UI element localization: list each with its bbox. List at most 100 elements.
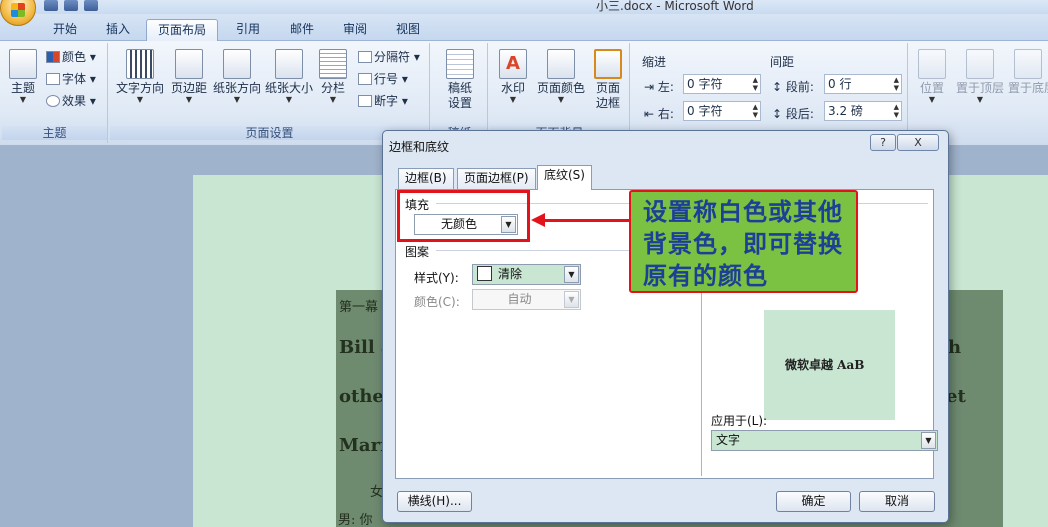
page-borders-icon	[594, 49, 622, 79]
theme-colors-button[interactable]: 颜色 ▾	[46, 48, 96, 66]
spacing-after-text: 段后:	[785, 107, 814, 121]
draft-settings-label-2: 设置	[447, 96, 472, 110]
line-numbers-button[interactable]: 行号 ▾	[358, 70, 408, 88]
bring-to-front-icon	[966, 49, 994, 79]
margins-label: 页边距	[170, 81, 207, 95]
indent-left-input[interactable]: 0 字符 ▲ ▼	[683, 74, 761, 94]
bring-to-front-label: 置于顶层	[955, 81, 1004, 95]
indent-left-label: ⇥ 左:	[644, 78, 674, 95]
window-title: 小三.docx - Microsoft Word	[596, 0, 754, 13]
apply-to-value: 文字	[716, 433, 741, 447]
breaks-label: 分隔符	[374, 50, 411, 64]
columns-label: 分栏	[320, 81, 345, 95]
spacing-after-label: ↕ 段后:	[772, 105, 814, 122]
hyphenation-icon	[358, 95, 372, 107]
columns-button[interactable]: 分栏 ▼	[318, 49, 348, 104]
chevron-down-icon: ▼	[557, 95, 565, 104]
paint-bucket-icon	[547, 49, 575, 79]
indent-left-icon: ⇥	[644, 80, 655, 94]
position-button[interactable]: 位置 ▼	[916, 49, 948, 104]
spacing-after-input[interactable]: 3.2 磅 ▲ ▼	[824, 101, 902, 121]
redo-icon[interactable]	[84, 0, 98, 11]
bring-to-front-button[interactable]: 置于顶层 ▼	[954, 49, 1006, 104]
breaks-button[interactable]: 分隔符 ▾	[358, 48, 420, 66]
chevron-down-icon: ▼	[564, 291, 579, 308]
undo-icon[interactable]	[64, 0, 78, 11]
draft-settings-button[interactable]: 稿纸 设置	[442, 49, 478, 111]
chevron-down-icon[interactable]: ▼	[564, 266, 579, 283]
pattern-color-value: 自动	[507, 292, 532, 306]
tab-page-layout[interactable]: 页面布局	[146, 19, 218, 41]
theme-group: 主题 ▼ 颜色 ▾ 字体 ▾ 效果 ▾ 主题	[2, 43, 108, 143]
document-line-1: 第一幕	[339, 300, 379, 315]
chevron-down-icon: ▼	[19, 95, 27, 104]
tab-references[interactable]: 引用	[226, 19, 270, 41]
close-button[interactable]: X	[897, 134, 939, 151]
theme-button[interactable]: 主题 ▼	[6, 49, 40, 104]
indent-left-value: 0 字符	[687, 77, 723, 91]
tab-view[interactable]: 视图	[386, 19, 430, 41]
pattern-style-value: 清除	[498, 267, 523, 281]
pattern-color-dropdown: 自动 ▼	[472, 289, 581, 310]
orientation-button[interactable]: 纸张方向 ▼	[211, 49, 263, 104]
page-borders-label-2: 边框	[595, 96, 620, 110]
theme-colors-label: 颜色	[62, 50, 87, 64]
spinner-arrows-icon[interactable]: ▲ ▼	[894, 76, 899, 92]
theme-button-label: 主题	[10, 81, 35, 95]
page-color-button[interactable]: 页面颜色 ▼	[534, 49, 588, 104]
spacing-before-input[interactable]: 0 行 ▲ ▼	[824, 74, 902, 94]
spacing-before-value: 0 行	[828, 77, 852, 91]
line-numbers-label: 行号	[374, 72, 399, 86]
tab-mailings[interactable]: 邮件	[280, 19, 324, 41]
page-borders-button[interactable]: 页面 边框	[592, 49, 624, 111]
annotation-callout: 设置称白色或其他背景色，即可替换原有的颜色	[629, 190, 858, 293]
spacing-before-label: ↕ 段前:	[772, 78, 814, 95]
color-label: 颜色(C):	[414, 295, 460, 309]
size-label: 纸张大小	[264, 81, 313, 95]
cancel-button[interactable]: 取消	[859, 491, 935, 512]
text-direction-icon	[126, 49, 154, 79]
help-button[interactable]: ?	[870, 134, 896, 151]
borders-and-shading-dialog: 边框和底纹 ? X 边框(B) 页面边框(P) 底纹(S) 填充 无颜色 ▼ 图…	[382, 130, 949, 523]
chevron-down-icon: ▼	[285, 95, 293, 104]
tab-page-border[interactable]: 页面边框(P)	[457, 168, 536, 189]
save-icon[interactable]	[44, 0, 58, 11]
spacing-before-icon: ↕	[772, 80, 783, 94]
style-label: 样式(Y):	[414, 271, 459, 285]
tab-review[interactable]: 审阅	[333, 19, 377, 41]
indent-right-value: 0 字符	[687, 104, 723, 118]
title-bar: 小三.docx - Microsoft Word	[0, 0, 1048, 14]
margins-button[interactable]: 页边距 ▼	[168, 49, 210, 104]
pattern-style-dropdown[interactable]: 清除 ▼	[472, 264, 581, 285]
tab-insert[interactable]: 插入	[96, 19, 140, 41]
text-direction-button[interactable]: 文字方向 ▼	[114, 49, 166, 104]
send-to-back-button[interactable]: 置于底层	[1008, 49, 1048, 96]
chevron-down-icon: ▼	[233, 95, 241, 104]
watermark-button[interactable]: A 水印 ▼	[496, 49, 530, 104]
hyphenation-button[interactable]: 断字 ▾	[358, 92, 408, 110]
chevron-down-icon: ▼	[976, 95, 984, 104]
theme-effects-button[interactable]: 效果 ▾	[46, 92, 96, 110]
spinner-arrows-icon[interactable]: ▲ ▼	[753, 76, 758, 92]
ok-button[interactable]: 确定	[776, 491, 851, 512]
dialog-title: 边框和底纹	[389, 140, 450, 154]
tab-borders[interactable]: 边框(B)	[398, 168, 454, 189]
tab-home[interactable]: 开始	[42, 19, 88, 41]
spinner-arrows-icon[interactable]: ▲ ▼	[894, 103, 899, 119]
size-button[interactable]: 纸张大小 ▼	[264, 49, 314, 104]
tab-shading[interactable]: 底纹(S)	[537, 165, 592, 190]
watermark-label: 水印	[500, 81, 525, 95]
spinner-arrows-icon[interactable]: ▲ ▼	[753, 103, 758, 119]
preview-sample-text: 微软卓越 AaB	[785, 358, 865, 372]
quick-access-toolbar	[44, 0, 98, 12]
chevron-down-icon[interactable]: ▼	[921, 432, 936, 449]
document-line-6: 男: 你	[338, 513, 373, 527]
draft-paper-icon	[446, 49, 474, 79]
apply-to-dropdown[interactable]: 文字 ▼	[711, 430, 938, 451]
apply-to-label: 应用于(L):	[711, 414, 768, 428]
horizontal-line-button[interactable]: 横线(H)...	[397, 491, 472, 512]
annotation-arrow-head-icon	[531, 213, 545, 227]
indent-right-input[interactable]: 0 字符 ▲ ▼	[683, 101, 761, 121]
watermark-icon: A	[499, 49, 527, 79]
theme-fonts-button[interactable]: 字体 ▾	[46, 70, 96, 88]
